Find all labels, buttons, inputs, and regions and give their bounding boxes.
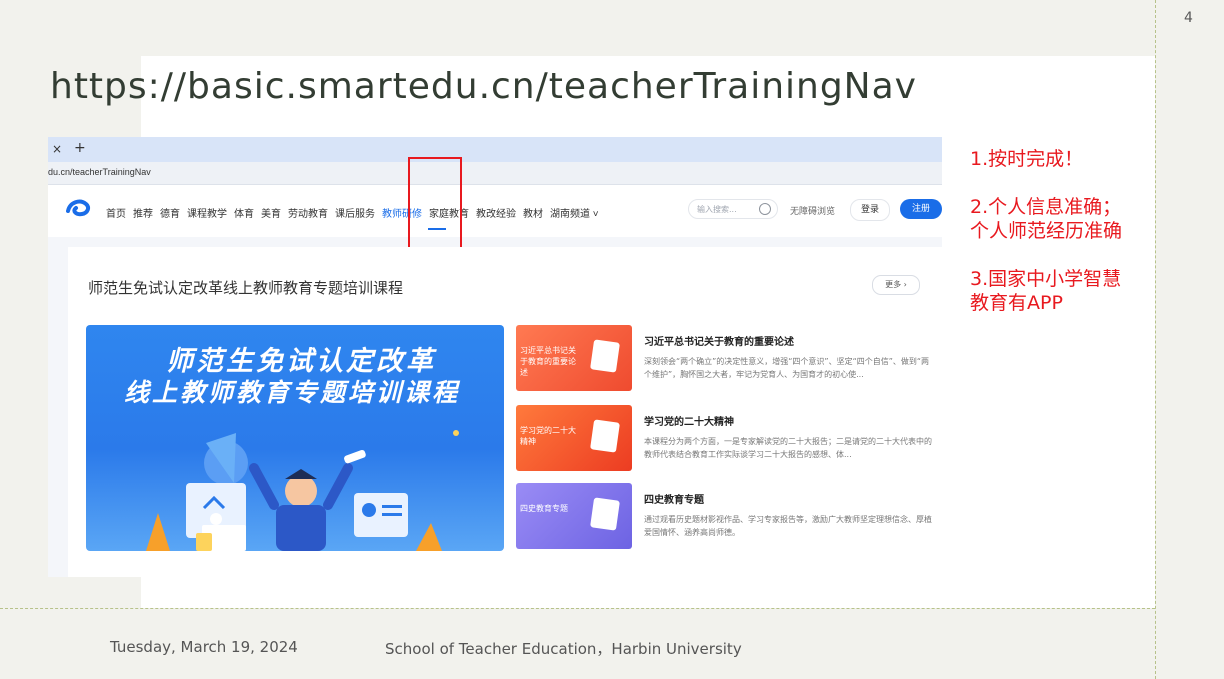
accessibility-link[interactable]: 无障碍浏览	[790, 204, 835, 217]
course-thumb-3-label: 四史教育专题	[520, 504, 568, 513]
nav-after-school[interactable]: 课后服务	[335, 205, 375, 220]
slide-title: https://basic.smartedu.cn/teacherTrainin…	[50, 66, 917, 107]
browser-tabbar: × +	[48, 137, 942, 162]
course-desc-3: 通过观看历史题材影视作品、学习专家报告等，激励广大教师坚定理想信念、厚植爱国情怀…	[644, 515, 932, 537]
course-thumb-3[interactable]: 四史教育专题	[516, 483, 632, 549]
note-3: 3.国家中小学智慧教育有APP	[970, 268, 1122, 314]
url-text: du.cn/teacherTrainingNav	[48, 167, 151, 177]
footer-school: School of Teacher Education，Harbin Unive…	[385, 640, 742, 658]
course-title-2[interactable]: 学习党的二十大精神	[644, 413, 734, 428]
more-button[interactable]: 更多 ›	[872, 275, 920, 295]
nav-reform[interactable]: 教改经验	[476, 205, 516, 220]
course-title-3[interactable]: 四史教育专题	[644, 491, 704, 506]
course-thumb-1[interactable]: 习近平总书记关于教育的重要论述	[516, 325, 632, 391]
note-1: 1.按时完成！	[970, 148, 1084, 170]
tab-close-icon[interactable]: ×	[52, 142, 62, 156]
nav-home[interactable]: 首页	[106, 205, 126, 220]
search-input[interactable]: 输入搜索...	[688, 199, 778, 219]
nav-arts[interactable]: 美育	[261, 205, 281, 220]
section-title: 师范生免试认定改革线上教师教育专题培训课程	[88, 279, 404, 297]
nav-labor[interactable]: 劳动教育	[288, 205, 328, 220]
course-thumb-2-label: 学习党的二十大精神	[520, 426, 576, 446]
horizontal-divider	[0, 608, 1155, 609]
vertical-divider	[1155, 0, 1156, 679]
nav-recommend[interactable]: 推荐	[133, 205, 153, 220]
nav-textbooks[interactable]: 教材	[523, 205, 543, 220]
page-number: 4	[1184, 10, 1193, 26]
book-icon	[590, 497, 620, 531]
register-button[interactable]: 注册	[900, 199, 942, 219]
nav-sports[interactable]: 体育	[234, 205, 254, 220]
address-bar[interactable]: du.cn/teacherTrainingNav	[48, 162, 942, 185]
nav-course-teaching[interactable]: 课程教学	[187, 205, 227, 220]
course-thumb-1-label: 习近平总书记关于教育的重要论述	[520, 346, 576, 377]
book-icon	[590, 419, 620, 453]
notes-list: 1.按时完成！ 2.个人信息准确；个人师范经历准确 3.国家中小学智慧教育有AP…	[970, 147, 1130, 339]
nav-moral[interactable]: 德育	[160, 205, 180, 220]
site-header: 首页 推荐 德育 课程教学 体育 美育 劳动教育 课后服务 教师研修 家庭教育 …	[48, 185, 942, 237]
nav-hunan[interactable]: 湖南频道 ˅	[550, 205, 599, 220]
featured-banner[interactable]: 师范生免试认定改革 线上教师教育专题培训课程	[86, 325, 504, 551]
search-icon[interactable]	[759, 203, 771, 215]
search-placeholder: 输入搜索...	[697, 205, 737, 214]
course-desc-1: 深刻领会“两个确立”的决定性意义，增强“四个意识”、坚定“四个自信”、做到“两个…	[644, 357, 930, 379]
course-thumb-2[interactable]: 学习党的二十大精神	[516, 405, 632, 471]
website-screenshot: × + du.cn/teacherTrainingNav 首页 推荐 德育 课程…	[48, 137, 942, 577]
main-nav: 首页 推荐 德育 课程教学 体育 美育 劳动教育 课后服务 教师研修 家庭教育 …	[106, 205, 606, 220]
login-button[interactable]: 登录	[850, 199, 890, 221]
footer-date: Tuesday, March 19, 2024	[110, 638, 298, 656]
course-title-1[interactable]: 习近平总书记关于教育的重要论述	[644, 333, 794, 348]
site-logo-icon[interactable]	[66, 199, 92, 217]
book-icon	[590, 339, 620, 373]
note-2: 2.个人信息准确；个人师范经历准确	[970, 196, 1123, 242]
new-tab-icon[interactable]: +	[74, 140, 86, 156]
course-desc-2: 本课程分为两个方面，一是专家解读党的二十大报告；二是请党的二十大代表中的教师代表…	[644, 437, 932, 459]
right-panel	[1155, 0, 1224, 679]
banner-illustration	[146, 430, 459, 551]
banner-title-line2: 线上教师教育专题培训课程	[124, 378, 461, 407]
